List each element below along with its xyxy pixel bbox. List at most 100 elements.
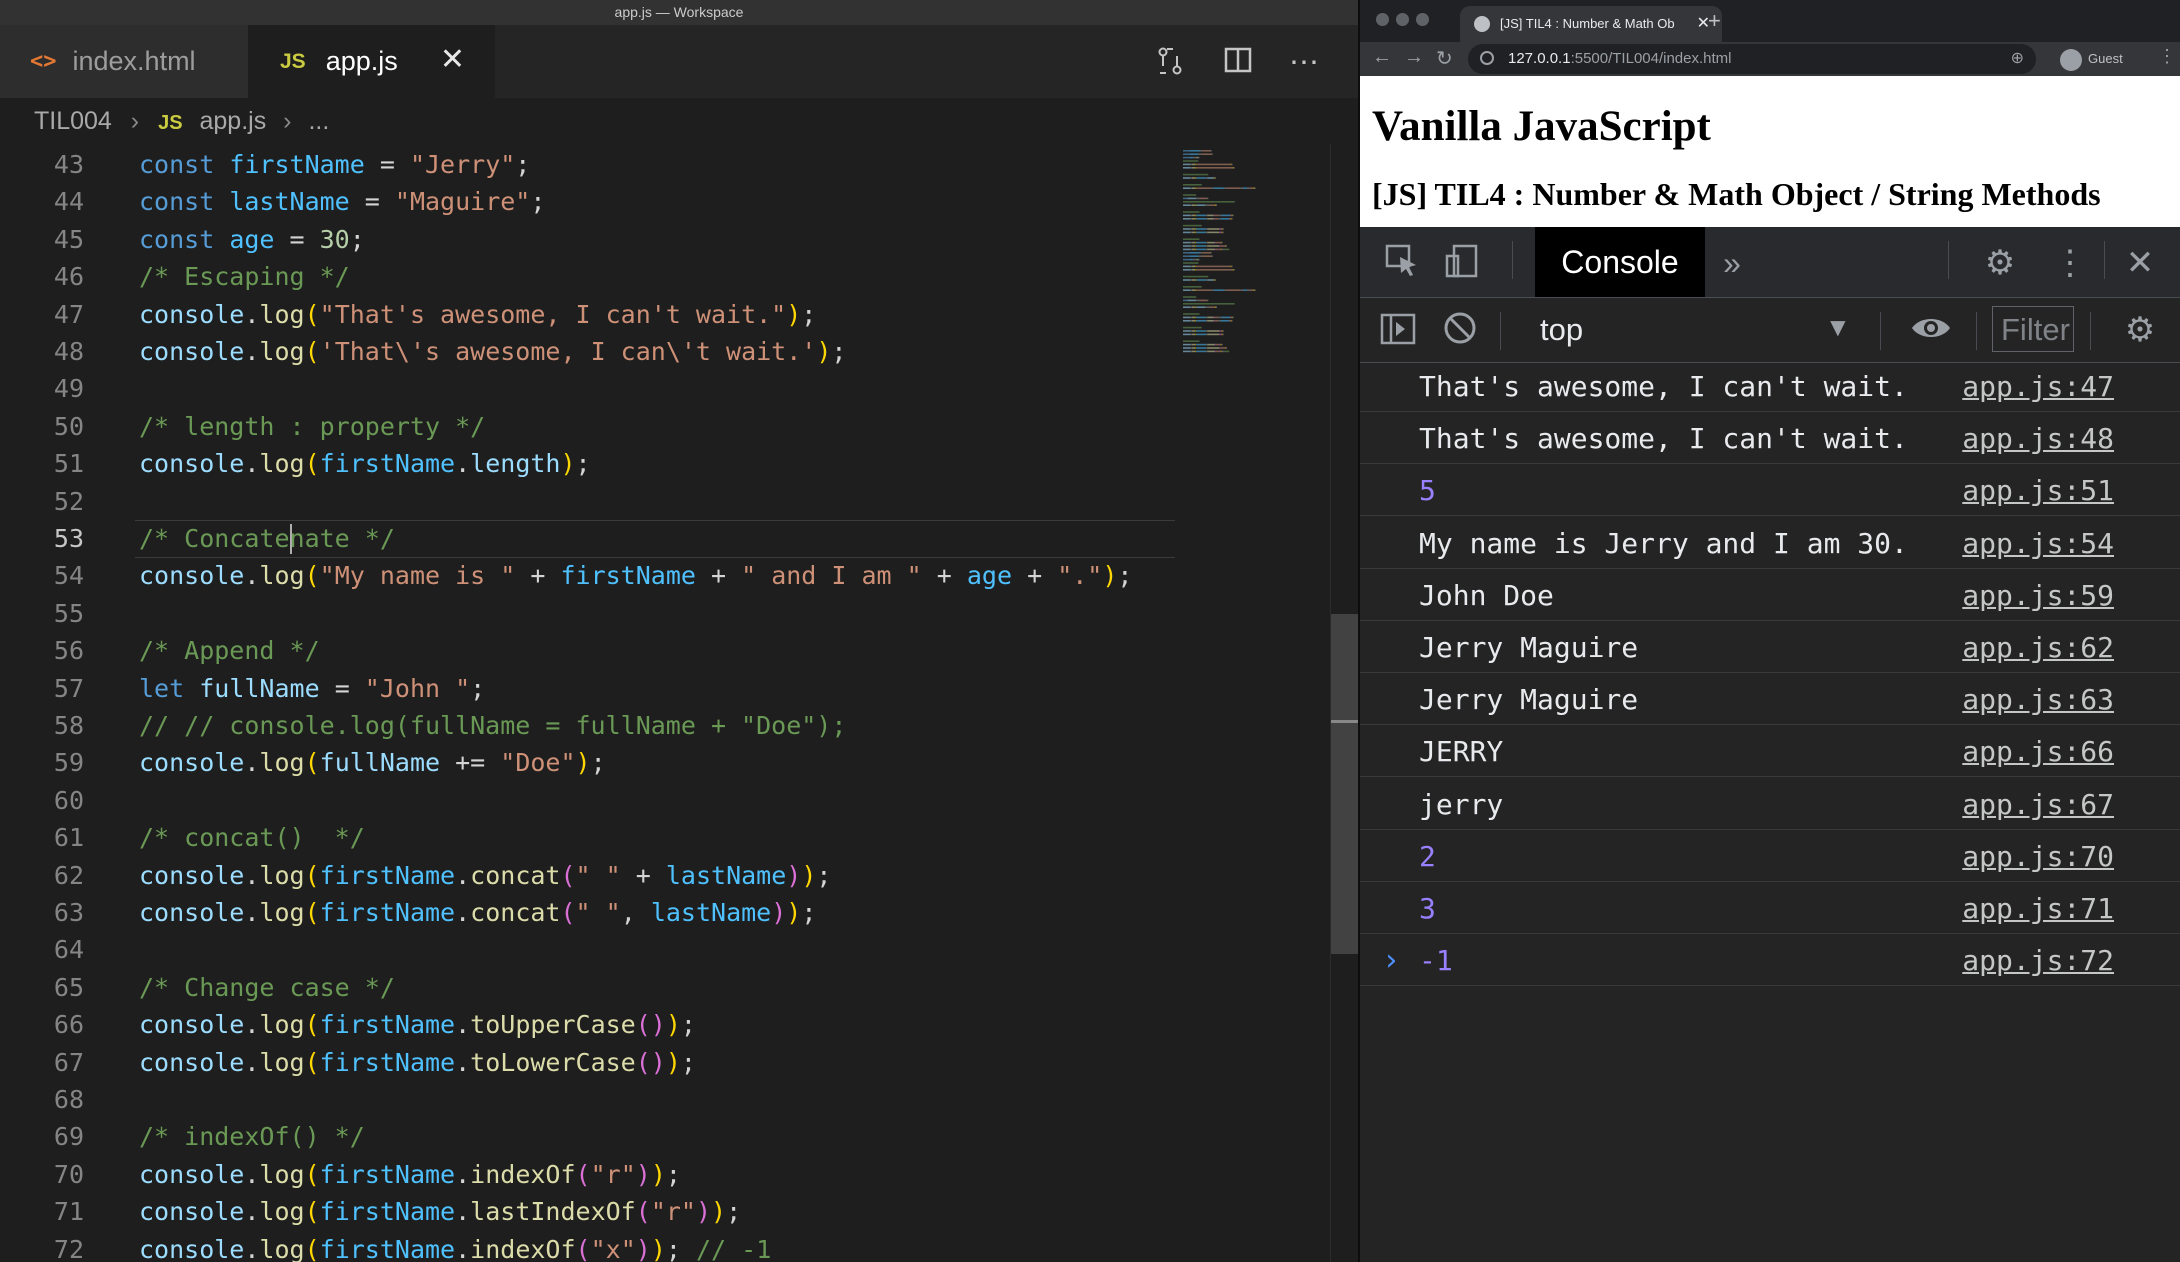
console-source-link[interactable]: app.js:72 [1962,937,2114,985]
code-line[interactable]: 57 let fullName = "John "; [0,670,1175,707]
console-source-link[interactable]: app.js:54 [1962,520,2114,568]
code-line[interactable]: 65 /* Change case */ [0,969,1175,1006]
code-line[interactable]: 68 [0,1081,1175,1118]
code-token: ) [786,860,802,890]
console-message: Jerry Maguire app.js:63 [1360,676,2180,726]
code-line[interactable]: 51 console.log(firstName.length); [0,445,1175,482]
code-line[interactable]: 45 const age = 30; [0,221,1175,258]
source-control-compare-icon[interactable] [1152,45,1188,81]
code-line[interactable]: 59 console.log(fullName += "Doe"); [0,744,1175,781]
browser-tab[interactable]: [JS] TIL4 : Number & Math Ob ✕ [1460,6,1722,42]
breadcrumb-folder[interactable]: TIL004 [34,98,112,144]
code-line[interactable]: 53 /* Concatenate */ [0,520,1175,557]
clear-console-icon[interactable] [1440,310,1480,350]
eye-icon[interactable] [1910,310,1950,350]
minimap-line [1221,333,1223,336]
console-source-link[interactable]: app.js:47 [1962,363,2114,411]
profile-button[interactable]: Guest [2060,45,2123,73]
code-token: () [635,1047,666,1077]
back-arrow-icon[interactable]: ← [1372,46,1392,69]
minimap-line [1195,177,1197,179]
split-editor-icon[interactable] [1220,45,1256,81]
line-number: 71 [53,1197,84,1227]
code-line[interactable]: 44 const lastName = "Maguire"; [0,183,1175,220]
minimap-line [1196,197,1200,200]
console-source-link[interactable]: app.js:63 [1962,676,2114,724]
console-source-link[interactable]: app.js:62 [1962,624,2114,672]
console-source-link[interactable]: app.js:66 [1962,728,2114,776]
web-page-content: Vanilla JavaScript [JS] TIL4 : Number & … [1360,76,2180,227]
address-bar[interactable]: 127.0.0.1:5500/TIL004/index.html ⊕ [1468,44,2036,74]
device-toolbar-icon[interactable] [1442,243,1482,283]
window-close-button[interactable] [1376,13,1389,26]
tab-index-html[interactable]: <> index.html [0,25,248,98]
scrollbar-thumb[interactable] [1331,614,1358,954]
code-line[interactable]: 46 /* Escaping */ [0,258,1175,295]
code-line[interactable]: 43 const firstName = "Jerry"; [0,146,1175,183]
code-text: /* length : property */ [139,408,485,445]
kebab-menu-icon[interactable]: ⋮ [2158,46,2176,67]
tab-console[interactable]: Console [1535,227,1705,297]
code-token: 30 [319,224,350,254]
console-source-link[interactable]: app.js:71 [1962,885,2114,933]
code-line[interactable]: 62 console.log(firstName.concat(" " + las… [0,857,1175,894]
minimap-line [1190,187,1192,189]
code-line[interactable]: 56 /* Append */ [0,632,1175,669]
console-source-link[interactable]: app.js:59 [1962,572,2114,620]
forward-arrow-icon[interactable]: → [1404,46,1424,69]
code-line[interactable]: 50 /* length : property */ [0,408,1175,445]
code-line[interactable]: 47 console.log("That's awesome, I can't w… [0,296,1175,333]
kebab-menu-icon[interactable]: ⋮ [2050,243,2090,283]
code-line[interactable]: 49 [0,370,1175,407]
code-line[interactable]: 58 // // console.log(fullName = fullName … [0,707,1175,744]
code-line[interactable]: 71 console.log(firstName.lastIndexOf("r")… [0,1193,1175,1230]
breadcrumb-file[interactable]: app.js [200,98,267,144]
code-line[interactable]: 60 [0,782,1175,819]
console-source-link[interactable]: app.js:70 [1962,833,2114,881]
site-info-icon[interactable] [1480,51,1494,65]
code-text: console.log(firstName.toUpperCase()); [139,1006,696,1043]
code-line[interactable]: 48 console.log('That\'s awesome, I can\'t… [0,333,1175,370]
more-tabs-icon[interactable]: » [1712,243,1752,283]
zoom-icon[interactable]: ⊕ [2011,48,2024,68]
console-prompt[interactable]: › [1382,943,1400,978]
code-line[interactable]: 61 /* concat() */ [0,819,1175,856]
window-minimize-button[interactable] [1396,13,1409,26]
code-line[interactable]: 72 console.log(firstName.indexOf("x")); /… [0,1231,1175,1262]
code-line[interactable]: 55 [0,595,1175,632]
gear-icon[interactable]: ⚙ [2120,310,2160,350]
gear-icon[interactable]: ⚙ [1980,243,2020,283]
code-line[interactable]: 66 console.log(firstName.toUpperCase()); [0,1006,1175,1043]
window-zoom-button[interactable] [1416,13,1429,26]
code-line[interactable]: 67 console.log(firstName.toLowerCase()); [0,1044,1175,1081]
close-icon[interactable]: ✕ [2120,243,2160,283]
minimap-line [1222,330,1224,332]
reload-icon[interactable]: ↻ [1436,46,1453,71]
breadcrumb-more[interactable]: ... [308,98,329,144]
minimap-line [1220,248,1222,251]
code-line[interactable]: 70 console.log(firstName.indexOf("r")); [0,1156,1175,1193]
minimap[interactable] [1175,144,1330,1262]
code-line[interactable]: 69 /* indexOf() */ [0,1118,1175,1155]
console-output[interactable]: That's awesome, I can't wait. app.js:47 Th… [1360,363,2180,1262]
minimap-line [1195,231,1197,234]
code-editor[interactable]: 43 const firstName = "Jerry"; 44 const last… [0,144,1175,1262]
console-source-link[interactable]: app.js:48 [1962,415,2114,463]
dropdown-arrow-icon[interactable]: ▼ [1825,312,1851,343]
minimap-line [1201,153,1212,155]
code-line[interactable]: 52 [0,483,1175,520]
minimap-line [1225,347,1227,349]
tab-app-js[interactable]: JS app.js ✕ [248,25,495,98]
close-icon[interactable]: ✕ [440,42,465,77]
filter-input[interactable]: Filter [1992,306,2074,352]
code-line[interactable]: 63 console.log(firstName.concat(" ", last… [0,894,1175,931]
more-actions-icon[interactable]: ⋯ [1286,45,1322,81]
code-line[interactable]: 64 [0,931,1175,968]
javascript-context-select[interactable]: top [1540,310,1583,350]
code-line[interactable]: 54 console.log("My name is " + firstName … [0,557,1175,594]
inspect-element-icon[interactable] [1382,243,1422,283]
sidebar-toggle-icon[interactable] [1378,310,1418,350]
new-tab-icon[interactable]: + [1708,8,1721,34]
console-source-link[interactable]: app.js:51 [1962,467,2114,515]
console-source-link[interactable]: app.js:67 [1962,781,2114,829]
